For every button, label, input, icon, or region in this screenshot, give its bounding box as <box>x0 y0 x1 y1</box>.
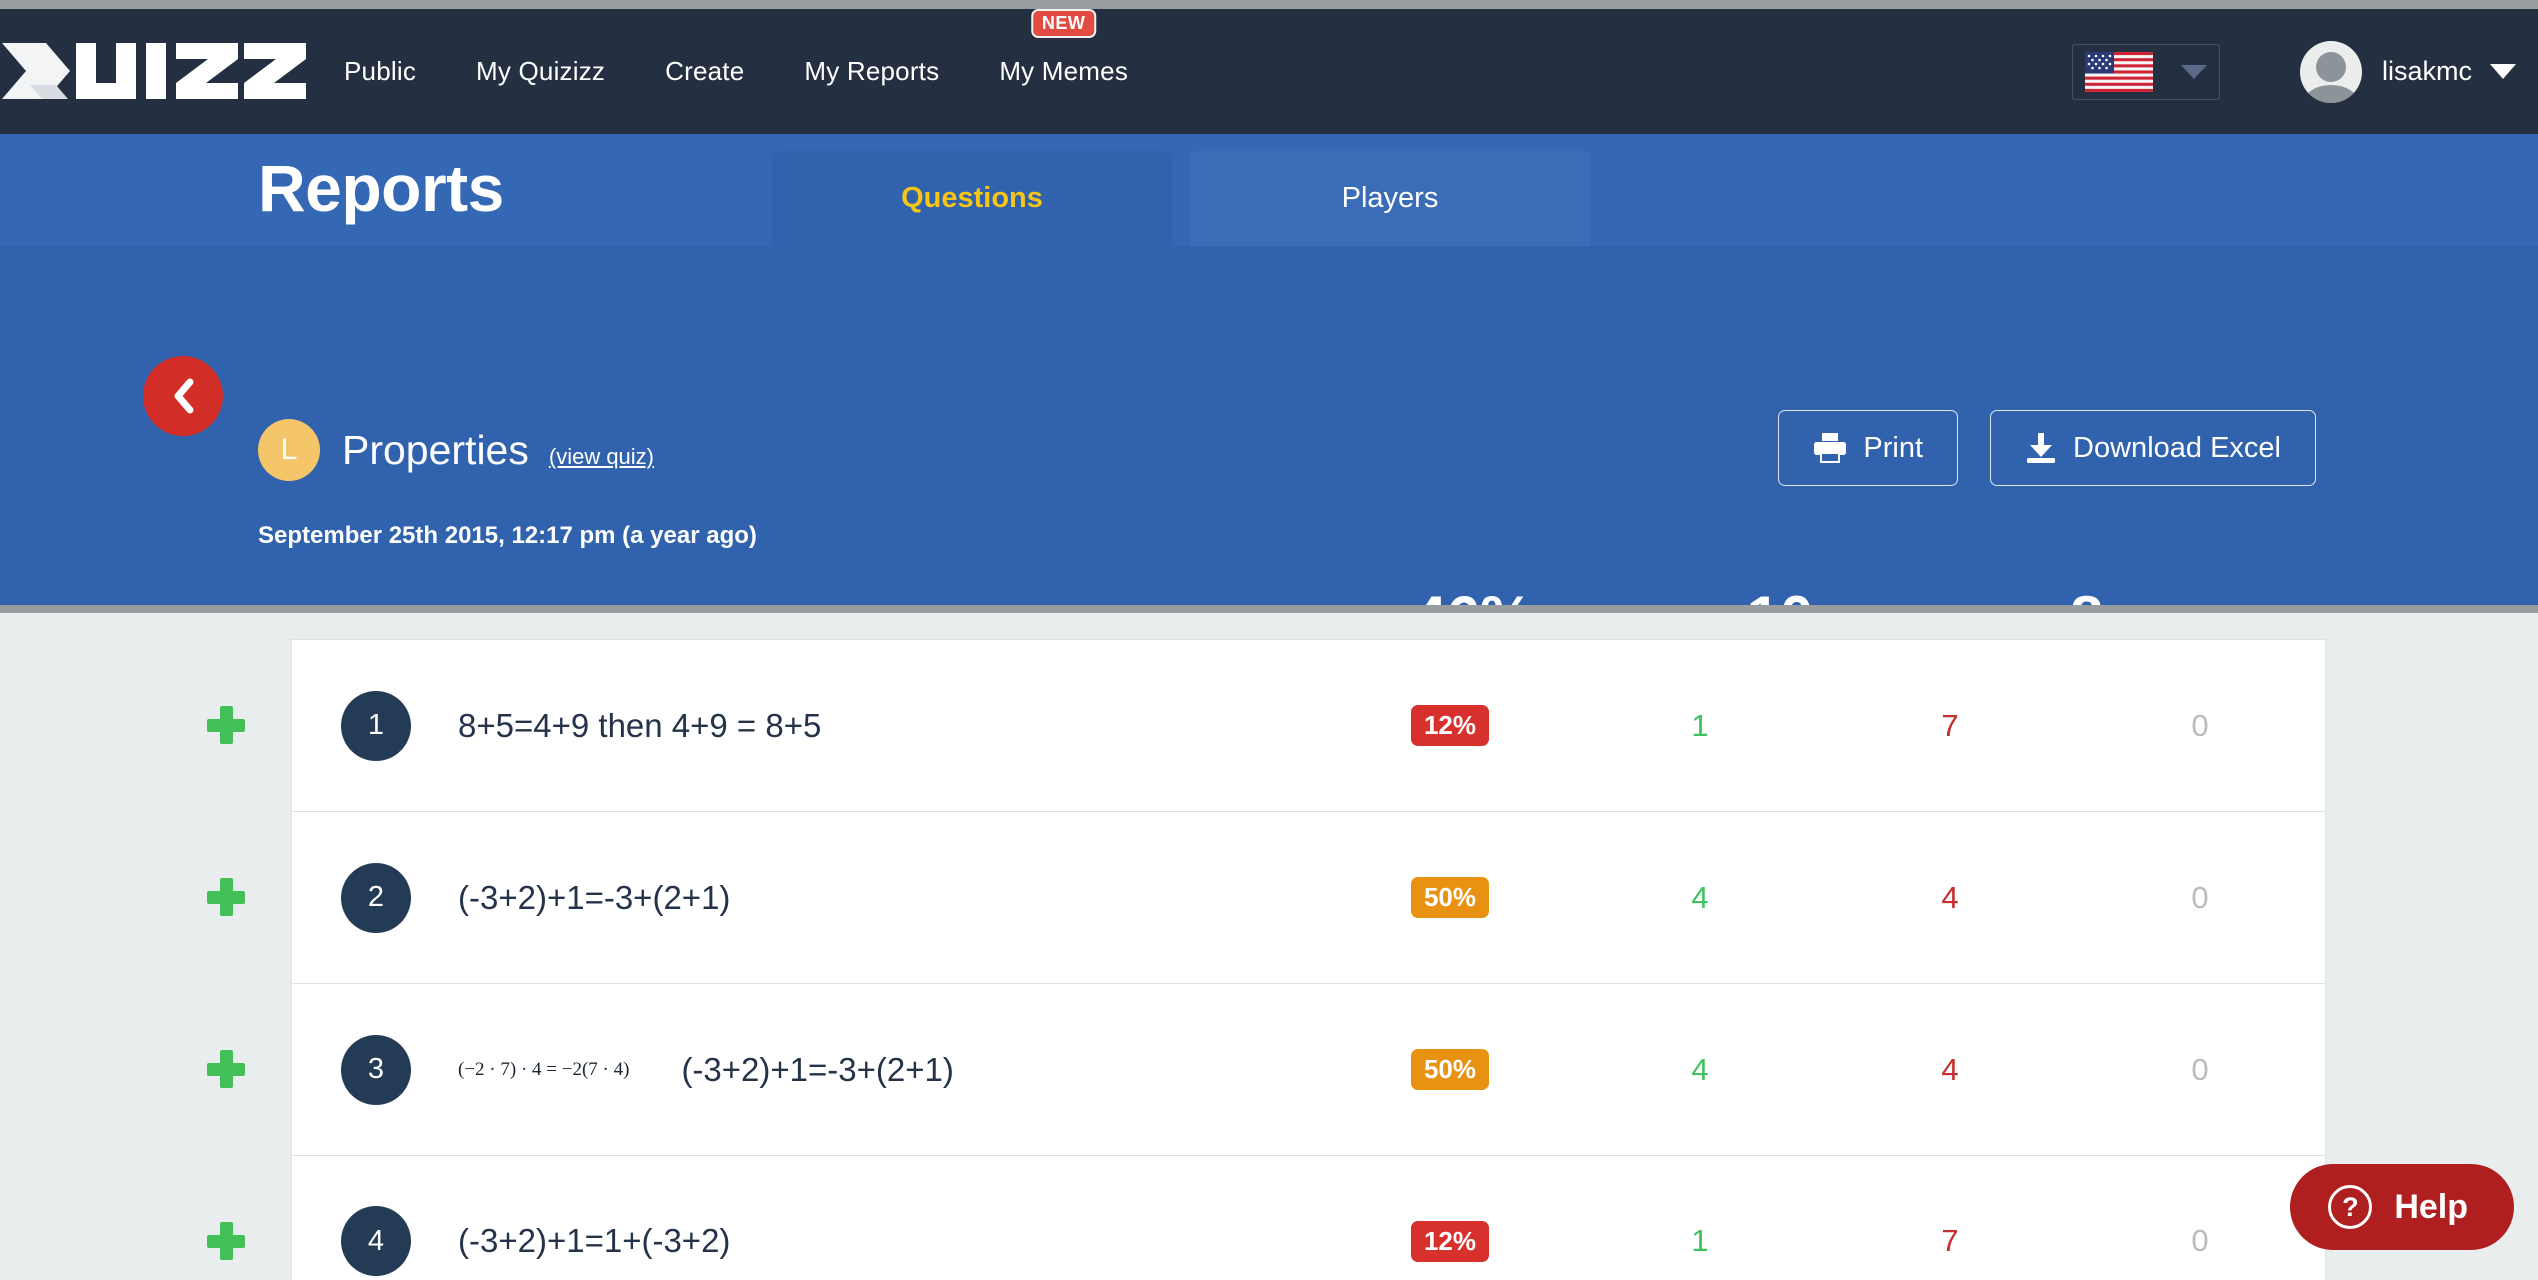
chevron-left-icon <box>174 378 194 414</box>
question-number: 4 <box>341 1206 411 1276</box>
new-badge: NEW <box>1030 9 1097 38</box>
question-accuracy-cell: 12% <box>1325 705 1575 746</box>
expand-column <box>0 613 291 1280</box>
main-navbar: Public My Quizizz Create My Reports NEW … <box>0 9 2538 134</box>
question-incorrect-count: 4 <box>1941 879 1959 915</box>
question-incorrect-count: 7 <box>1941 1223 1959 1258</box>
question-number: 1 <box>341 690 411 761</box>
avatar-head <box>2315 51 2346 82</box>
nav-link-create[interactable]: Create <box>665 56 744 87</box>
nav-link-my-reports[interactable]: My Reports <box>804 56 939 87</box>
print-button[interactable]: Print <box>1778 410 1959 486</box>
nav-link-my-quizizz[interactable]: My Quizizz <box>476 56 605 87</box>
plus-icon-vertical <box>220 878 233 916</box>
nav-link-public[interactable]: Public <box>344 56 416 87</box>
plus-icon-vertical <box>220 1222 233 1260</box>
quiz-date: September 25th 2015, 12:17 pm (a year ag… <box>258 522 757 549</box>
help-button[interactable]: ? Help <box>2290 1164 2514 1250</box>
table-row[interactable]: 4 (-3+2)+1=1+(-3+2) 12% 1 7 0 <box>291 1155 2326 1280</box>
question-body: (-3+2)+1=-3+(2+1) <box>458 879 1325 917</box>
question-circle-icon: ? <box>2328 1185 2373 1229</box>
avatar-body <box>2303 84 2358 103</box>
download-excel-button[interactable]: Download Excel <box>1990 410 2316 486</box>
report-header: Reports Questions Players L Properties (… <box>0 134 2538 685</box>
question-skipped-count: 0 <box>2191 707 2209 743</box>
back-button[interactable] <box>143 356 223 436</box>
expand-question-button[interactable] <box>207 1050 245 1088</box>
question-stats: 50% 4 4 0 <box>1325 1049 2325 1090</box>
download-excel-button-label: Download Excel <box>2073 431 2281 464</box>
question-correct-count: 4 <box>1691 879 1709 915</box>
report-tabs: Questions Players <box>772 151 1590 246</box>
help-button-label: Help <box>2394 1187 2468 1226</box>
tab-questions[interactable]: Questions <box>772 151 1172 246</box>
username-label[interactable]: lisakmc <box>2382 56 2472 87</box>
question-accuracy-cell: 12% <box>1325 1220 1575 1262</box>
questions-list: 1 8+5=4+9 then 4+9 = 8+5 12% 1 7 0 2 (-3+2)+1=-… <box>291 639 2326 1280</box>
page-title: Reports <box>258 151 504 225</box>
question-accuracy-cell: 50% <box>1325 877 1575 918</box>
question-correct-count: 1 <box>1691 707 1709 743</box>
question-stats: 12% 1 7 0 <box>1325 1220 2325 1262</box>
question-number: 2 <box>341 862 411 933</box>
view-quiz-link[interactable]: (view quiz) <box>549 444 654 470</box>
printer-icon <box>1814 433 1847 463</box>
expand-question-button[interactable] <box>207 878 245 916</box>
status-badge: 50% <box>1410 1049 1490 1090</box>
table-row[interactable]: 1 8+5=4+9 then 4+9 = 8+5 12% 1 7 0 <box>291 639 2326 811</box>
questions-content: 1 8+5=4+9 then 4+9 = 8+5 12% 1 7 0 2 (-3+2)+1=-… <box>0 613 2538 1280</box>
expand-question-button[interactable] <box>207 1222 245 1260</box>
nav-link-my-memes-label: My Memes <box>999 56 1129 86</box>
question-text: (-3+2)+1=1+(-3+2) <box>458 1222 731 1259</box>
question-body: (-3+2)+1=1+(-3+2) <box>458 1222 1325 1260</box>
quizizz-logo[interactable] <box>0 31 310 111</box>
print-button-label: Print <box>1863 431 1924 464</box>
us-flag-icon <box>2084 51 2153 92</box>
question-accuracy-cell: 50% <box>1325 1049 1575 1090</box>
download-icon <box>2027 433 2056 463</box>
question-body: (−2 · 7) · 4 = −2(7 · 4) (-3+2)+1=-3+(2+1… <box>458 1051 1325 1089</box>
question-correct-count: 1 <box>1691 1223 1709 1258</box>
chevron-down-icon[interactable] <box>2490 64 2516 79</box>
question-stats: 12% 1 7 0 <box>1325 705 2325 746</box>
question-correct-count: 4 <box>1691 1051 1709 1087</box>
status-badge: 50% <box>1410 877 1490 918</box>
question-incorrect-count: 7 <box>1941 707 1959 743</box>
header-separator <box>0 605 2538 613</box>
browser-top-strip <box>0 0 2538 9</box>
question-stats: 50% 4 4 0 <box>1325 877 2325 918</box>
report-actions: Print Download Excel <box>1778 410 2316 486</box>
plus-icon-vertical <box>220 1050 233 1088</box>
question-image: (−2 · 7) · 4 = −2(7 · 4) <box>458 1058 630 1080</box>
avatar[interactable] <box>2299 40 2362 103</box>
question-text: (-3+2)+1=-3+(2+1) <box>458 878 731 916</box>
status-badge: 12% <box>1410 705 1490 746</box>
question-text: 8+5=4+9 then 4+9 = 8+5 <box>458 706 822 744</box>
quiz-name: Properties <box>342 426 529 473</box>
question-text: (-3+2)+1=-3+(2+1) <box>681 1050 954 1088</box>
table-row[interactable]: 3 (−2 · 7) · 4 = −2(7 · 4) (-3+2)+1=-3+(2+… <box>291 983 2326 1155</box>
question-skipped-count: 0 <box>2191 1223 2209 1258</box>
status-badge: 12% <box>1410 1220 1490 1262</box>
question-incorrect-count: 4 <box>1941 1051 1959 1087</box>
question-body: 8+5=4+9 then 4+9 = 8+5 <box>458 707 1325 745</box>
table-row[interactable]: 2 (-3+2)+1=-3+(2+1) 50% 4 4 0 <box>291 811 2326 983</box>
question-number: 3 <box>341 1034 411 1105</box>
quiz-avatar: L <box>258 419 320 481</box>
chevron-down-icon <box>2180 64 2207 79</box>
nav-links: Public My Quizizz Create My Reports NEW … <box>340 9 1188 134</box>
question-skipped-count: 0 <box>2191 1051 2209 1087</box>
quizizz-report-page: Public My Quizizz Create My Reports NEW … <box>0 0 2538 1280</box>
quiz-title-row: L Properties (view quiz) <box>258 419 654 481</box>
expand-question-button[interactable] <box>207 706 245 744</box>
tab-players[interactable]: Players <box>1190 151 1590 246</box>
question-skipped-count: 0 <box>2191 879 2209 915</box>
nav-link-my-memes[interactable]: NEW My Memes <box>999 9 1129 87</box>
plus-icon-vertical <box>220 706 233 744</box>
navbar-right: lisakmc <box>2071 9 2516 134</box>
language-select[interactable] <box>2071 43 2220 100</box>
